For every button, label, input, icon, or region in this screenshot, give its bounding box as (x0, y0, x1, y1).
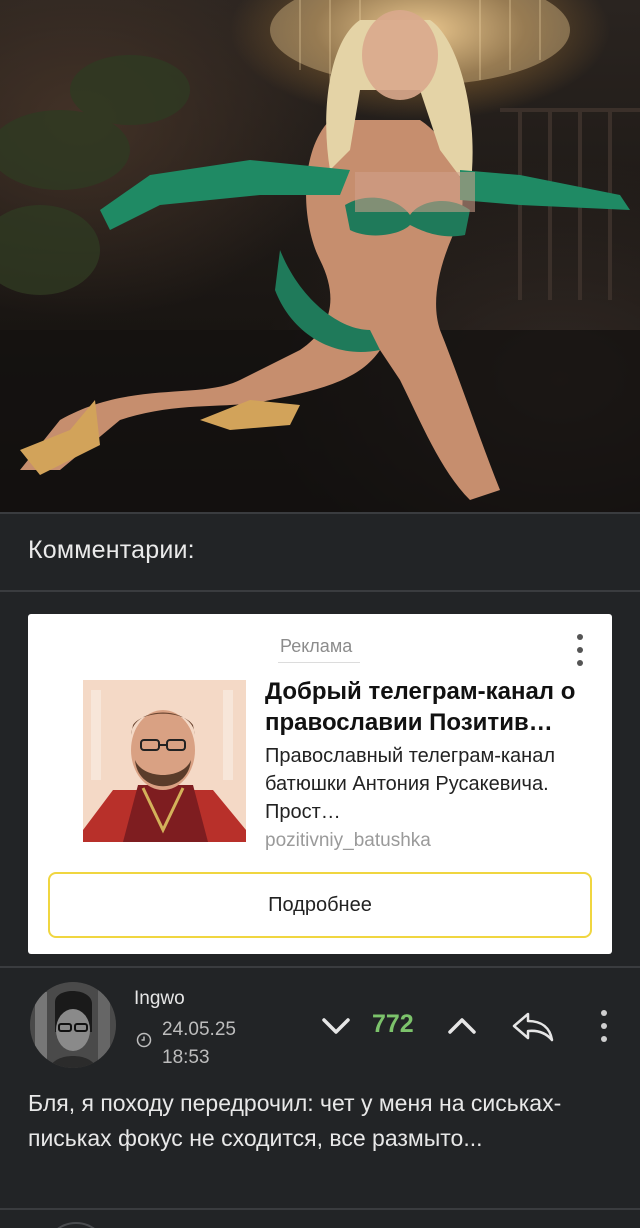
vote-down-icon[interactable] (318, 1010, 354, 1042)
clock-icon (136, 1032, 152, 1048)
comment-rating: 772 (372, 1010, 414, 1038)
ad-label-underline (278, 662, 360, 663)
post-photo-illustration (0, 0, 640, 512)
divider (0, 590, 640, 592)
next-comment-avatar[interactable] (44, 1222, 108, 1228)
comment-timestamp: 24.05.25 18:53 (162, 1016, 236, 1072)
comment-time: 18:53 (162, 1047, 210, 1068)
priest-photo-icon (83, 680, 246, 842)
divider (0, 966, 640, 968)
divider (0, 512, 640, 514)
ad-title[interactable]: Добрый телеграм-канал о православии Пози… (265, 676, 595, 738)
ad-image[interactable] (83, 680, 246, 842)
vote-up-icon[interactable] (444, 1010, 480, 1042)
ad-more-button[interactable]: Подробнее (48, 872, 592, 938)
ad-domain: pozitivniy_batushka (265, 830, 431, 851)
comment-more-icon[interactable] (594, 1006, 614, 1046)
avatar[interactable] (30, 982, 116, 1068)
comment-text: Бля, я походу передрочил: чет у меня на … (28, 1090, 562, 1151)
ad-more-icon[interactable] (570, 630, 590, 670)
ad-card[interactable]: Реклама Добрый телеграм-канал о правосла… (28, 614, 612, 954)
reply-icon[interactable] (510, 1006, 556, 1046)
comment-date: 24.05.25 (162, 1019, 236, 1040)
comments-title: Комментарии: (28, 536, 195, 564)
user-avatar-icon (30, 982, 116, 1068)
post-image[interactable] (0, 0, 640, 512)
ad-description: Православный телеграм-канал батюшки Анто… (265, 745, 555, 823)
ad-label: Реклама (280, 636, 353, 656)
divider (0, 1208, 640, 1210)
comment-username[interactable]: Ingwo (134, 988, 185, 1010)
